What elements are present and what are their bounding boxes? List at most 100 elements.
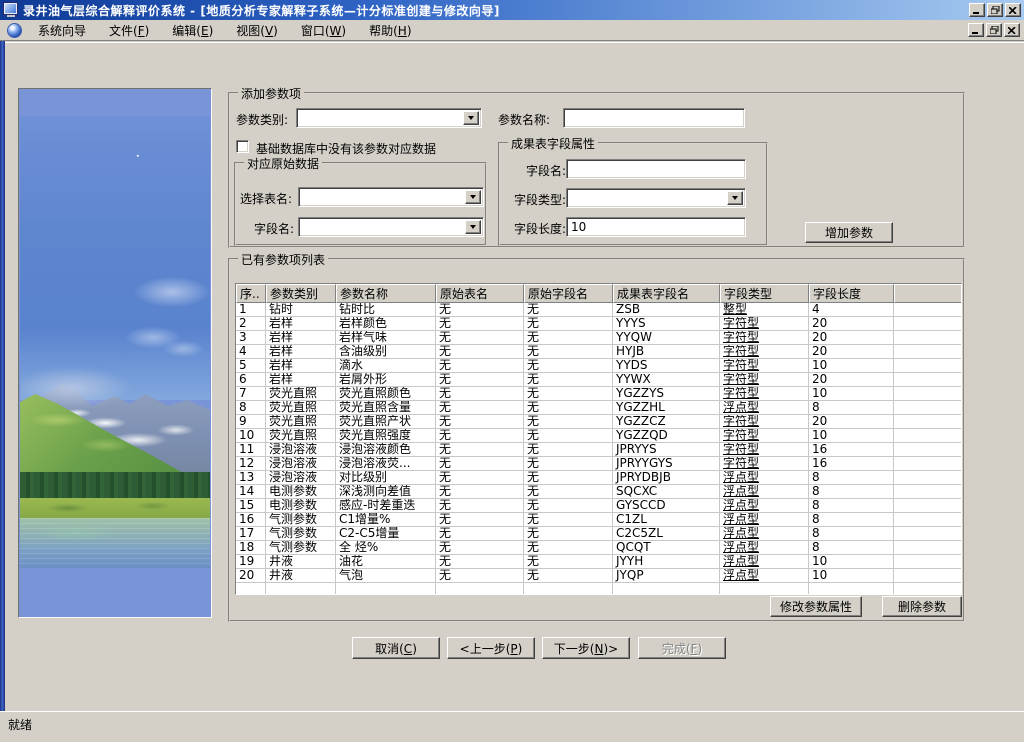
table-cell: 13 <box>236 471 266 485</box>
menu-item-view[interactable]: 视图(V) <box>229 20 285 41</box>
restore-button[interactable] <box>987 3 1003 17</box>
table-cell: 岩样 <box>266 331 336 345</box>
raw-field-name-label: 字段名: <box>254 220 294 237</box>
column-header-8[interactable] <box>894 284 962 303</box>
menu-item-edit[interactable]: 编辑(E) <box>165 20 220 41</box>
table-row[interactable]: 11浸泡溶液浸泡溶液颜色无无JPRYYS字符型16 <box>236 443 962 457</box>
table-cell: 无 <box>436 485 524 499</box>
table-cell: 20 <box>809 415 894 429</box>
menu-item-window[interactable]: 窗口(W) <box>294 20 353 41</box>
table-row[interactable]: 7荧光直照荧光直照颜色无无YGZZYS字符型10 <box>236 387 962 401</box>
table-cell: 无 <box>524 485 613 499</box>
column-header-1[interactable]: 参数类别 <box>266 284 336 303</box>
table-row[interactable]: 12浸泡溶液浸泡溶液荧...无无JPRYYGYS字符型16 <box>236 457 962 471</box>
cancel-button[interactable]: 取消(C) <box>352 637 440 659</box>
no-data-checkbox[interactable] <box>236 140 249 153</box>
column-header-2[interactable]: 参数名称 <box>336 284 436 303</box>
column-header-0[interactable]: 序.. <box>236 284 266 303</box>
minimize-button[interactable] <box>969 3 985 17</box>
table-row[interactable]: 2岩样岩样颜色无无YYYS字符型20 <box>236 317 962 331</box>
result-field-name-input[interactable] <box>566 159 746 179</box>
field-type-select[interactable] <box>566 188 746 208</box>
close-icon <box>1008 27 1016 34</box>
table-row[interactable]: 3岩样岩样气味无无YYQW字符型20 <box>236 331 962 345</box>
mdi-restore-button[interactable] <box>986 23 1002 37</box>
column-header-6[interactable]: 字段类型 <box>720 284 809 303</box>
table-row[interactable]: 17气测参数C2-C5增量无无C2C5ZL浮点型8 <box>236 527 962 541</box>
column-header-4[interactable]: 原始字段名 <box>524 284 613 303</box>
table-cell: 荧光直照产状 <box>336 415 436 429</box>
menu-item-help[interactable]: 帮助(H) <box>362 20 418 41</box>
table-cell: 浮点型 <box>720 485 809 499</box>
table-cell: 无 <box>524 359 613 373</box>
column-header-5[interactable]: 成果表字段名 <box>613 284 720 303</box>
field-length-label: 字段长度: <box>514 220 566 237</box>
table-cell: 无 <box>524 401 613 415</box>
table-cell: JYYH <box>613 555 720 569</box>
table-row[interactable]: 16气测参数C1增量%无无C1ZL浮点型8 <box>236 513 962 527</box>
table-row[interactable]: 1钻时钻时比无无ZSB整型4 <box>236 303 962 317</box>
param-category-dropdown-button[interactable] <box>463 111 479 125</box>
table-cell: 浮点型 <box>720 513 809 527</box>
table-cell: 字符型 <box>720 415 809 429</box>
table-cell: 钻时比 <box>336 303 436 317</box>
table-cell: 字符型 <box>720 373 809 387</box>
table-cell: 无 <box>524 317 613 331</box>
table-row[interactable]: 19井液油花无无JYYH浮点型10 <box>236 555 962 569</box>
chevron-down-icon <box>468 116 474 120</box>
table-row[interactable]: 4岩样含油级别无无HYJB字符型20 <box>236 345 962 359</box>
table-cell: 8 <box>236 401 266 415</box>
param-table-wrap: 序..参数类别参数名称原始表名原始字段名成果表字段名字段类型字段长度1钻时钻时比… <box>235 283 962 595</box>
modify-param-button[interactable]: 修改参数属性 <box>770 596 862 617</box>
table-cell <box>894 513 962 527</box>
table-cell: 10 <box>809 359 894 373</box>
select-table-select[interactable] <box>298 187 484 207</box>
table-cell: 无 <box>436 373 524 387</box>
table-cell <box>894 443 962 457</box>
table-cell: 对比级别 <box>336 471 436 485</box>
menu-item-system-wizard[interactable]: 系统向导 <box>31 20 93 41</box>
delete-param-button[interactable]: 删除参数 <box>882 596 962 617</box>
table-cell: 浮点型 <box>720 569 809 583</box>
table-cell: YYYS <box>613 317 720 331</box>
table-row[interactable]: 8荧光直照荧光直照含量无无YGZZHL浮点型8 <box>236 401 962 415</box>
select-table-dropdown-button[interactable] <box>465 190 481 204</box>
table-cell: 无 <box>524 345 613 359</box>
table-row[interactable]: 6岩样岩屑外形无无YYWX字符型20 <box>236 373 962 387</box>
table-cell: 浸泡溶液 <box>266 443 336 457</box>
column-header-3[interactable]: 原始表名 <box>436 284 524 303</box>
table-cell: 字符型 <box>720 457 809 471</box>
raw-field-name-select[interactable] <box>298 217 484 237</box>
table-row[interactable]: 13浸泡溶液对比级别无无JPRYDBJB浮点型8 <box>236 471 962 485</box>
table-row[interactable]: 20井液气泡无无JYQP浮点型10 <box>236 569 962 583</box>
table-row[interactable]: 5岩样滴水无无YYDS字符型10 <box>236 359 962 373</box>
menu-item-file[interactable]: 文件(F) <box>102 20 156 41</box>
mdi-minimize-button[interactable] <box>968 23 984 37</box>
mdi-close-button[interactable] <box>1004 23 1020 37</box>
table-cell <box>894 359 962 373</box>
finish-button[interactable]: 完成(F) <box>638 637 726 659</box>
monitor-stand <box>7 15 15 17</box>
restore-icon <box>991 6 1000 14</box>
prev-step-button[interactable]: <上一步(P) <box>447 637 535 659</box>
table-cell: 浸泡溶液 <box>266 457 336 471</box>
field-type-dropdown-button[interactable] <box>727 191 743 205</box>
table-row[interactable]: 18气测参数全 烃%无无QCQT浮点型8 <box>236 541 962 555</box>
table-row[interactable]: 10荧光直照荧光直照强度无无YGZZQD字符型10 <box>236 429 962 443</box>
param-list-group-title: 已有参数项列表 <box>238 251 328 268</box>
close-button[interactable] <box>1005 3 1021 17</box>
next-step-button[interactable]: 下一步(N)> <box>542 637 630 659</box>
table-cell: 荧光直照颜色 <box>336 387 436 401</box>
child-window-menu-icon[interactable] <box>7 23 22 38</box>
column-header-7[interactable]: 字段长度 <box>809 284 894 303</box>
table-row[interactable]: 9荧光直照荧光直照产状无无YGZZCZ字符型20 <box>236 415 962 429</box>
table-row[interactable]: 14电测参数深浅测向差值无无SQCXC浮点型8 <box>236 485 962 499</box>
table-cell: 感应-时差重迭 <box>336 499 436 513</box>
table-row[interactable]: 15电测参数感应-时差重迭无无GYSCCD浮点型8 <box>236 499 962 513</box>
table-cell: 气测参数 <box>266 527 336 541</box>
param-category-select[interactable] <box>296 108 482 128</box>
field-length-input[interactable] <box>566 217 746 237</box>
add-param-button[interactable]: 增加参数 <box>805 222 893 243</box>
param-name-input[interactable] <box>563 108 745 128</box>
raw-field-name-dropdown-button[interactable] <box>465 220 481 234</box>
